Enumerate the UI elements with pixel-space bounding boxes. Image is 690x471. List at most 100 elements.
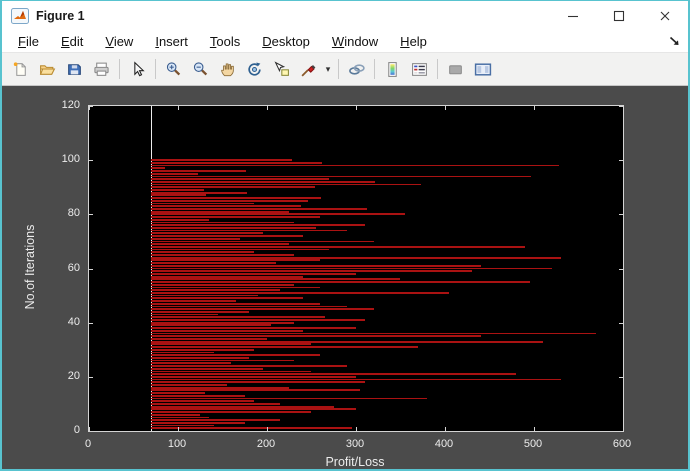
x-tick-mark <box>623 106 624 110</box>
y-tick-label: 100 <box>62 153 80 165</box>
profit-bar <box>151 181 374 183</box>
x-tick-mark <box>356 106 357 110</box>
profit-bar <box>151 284 293 286</box>
figure-window: Figure 1 File Edit View Insert Tools Des… <box>0 0 690 471</box>
profit-bar <box>151 235 302 237</box>
rotate-3d-button[interactable] <box>241 56 268 82</box>
data-cursor-button[interactable] <box>268 56 295 82</box>
menu-edit[interactable]: Edit <box>50 34 94 49</box>
profit-bar <box>151 273 356 275</box>
profit-bar <box>151 165 559 167</box>
profit-bar <box>151 379 560 381</box>
x-tick-mark <box>534 106 535 110</box>
insert-colorbar-button[interactable] <box>379 56 406 82</box>
profit-bar <box>151 192 247 194</box>
profit-bar <box>151 216 320 218</box>
link-plot-button[interactable] <box>343 56 370 82</box>
menu-window[interactable]: Window <box>321 34 389 49</box>
profit-bar <box>151 387 289 389</box>
profit-bar <box>151 205 301 207</box>
profit-bar <box>151 371 311 373</box>
x-tick-label: 0 <box>85 438 91 450</box>
save-figure-button[interactable] <box>61 56 88 82</box>
profit-bar <box>151 292 449 294</box>
profit-bar <box>151 368 262 370</box>
profit-bar <box>151 425 213 427</box>
profit-bar <box>151 232 262 234</box>
menu-insert[interactable]: Insert <box>144 34 199 49</box>
menu-desktop[interactable]: Desktop <box>251 34 321 49</box>
titlebar: Figure 1 <box>2 1 688 30</box>
profit-bar <box>151 287 320 289</box>
insert-legend-button[interactable] <box>406 56 433 82</box>
x-tick-mark <box>356 427 357 431</box>
profit-bar <box>151 254 293 256</box>
profit-bar <box>151 311 249 313</box>
profit-bar <box>151 249 329 251</box>
close-button[interactable] <box>642 1 688 30</box>
profit-bar <box>151 346 418 348</box>
zoom-out-button[interactable] <box>187 56 214 82</box>
pan-button[interactable] <box>214 56 241 82</box>
profit-bar <box>151 403 280 405</box>
profit-bar <box>151 189 204 191</box>
window-title: Figure 1 <box>36 9 85 23</box>
menu-view[interactable]: View <box>94 34 144 49</box>
print-figure-button[interactable] <box>88 56 115 82</box>
dock-figure-arrow-icon[interactable] <box>668 35 681 47</box>
menubar: File Edit View Insert Tools Desktop Wind… <box>2 30 688 53</box>
window-controls <box>550 1 688 30</box>
profit-bar <box>151 227 316 229</box>
y-tick-label: 60 <box>68 262 80 274</box>
menu-tools[interactable]: Tools <box>199 34 251 49</box>
profit-bar <box>151 257 560 259</box>
y-tick-mark <box>619 269 623 270</box>
profit-bar <box>151 419 280 421</box>
profit-bar <box>151 427 351 429</box>
profit-bar <box>151 219 209 221</box>
profit-bar <box>151 159 292 161</box>
profit-bar <box>151 354 320 356</box>
profit-bar <box>151 276 302 278</box>
profit-bar <box>151 338 267 340</box>
plot-area[interactable] <box>88 105 624 432</box>
toolbar-separator <box>437 59 438 79</box>
x-tick-label: 600 <box>613 438 631 450</box>
x-tick-mark <box>445 106 446 110</box>
profit-bar <box>151 208 366 210</box>
open-file-button[interactable] <box>34 56 61 82</box>
figure-canvas: No.of Iterations 01002003004005006000204… <box>2 86 688 470</box>
profit-bar <box>151 297 302 299</box>
show-plot-tools-dock-button[interactable] <box>469 56 496 82</box>
figure-toolbar: ▾ <box>2 53 688 86</box>
matlab-figure-icon <box>11 8 29 24</box>
profit-bar <box>151 241 374 243</box>
plot-wrap: 0100200300400500600020406080100120 <box>88 105 622 430</box>
menu-help[interactable]: Help <box>389 34 438 49</box>
y-tick-label: 0 <box>74 424 80 436</box>
brush-button[interactable] <box>295 56 322 82</box>
edit-plot-button[interactable] <box>124 56 151 82</box>
brush-dropdown-caret[interactable]: ▾ <box>322 56 334 82</box>
y-tick-mark <box>89 323 93 324</box>
profit-bar <box>151 238 240 240</box>
profit-bar <box>151 306 347 308</box>
maximize-button[interactable] <box>596 1 642 30</box>
profit-bar <box>151 186 315 188</box>
new-figure-button[interactable] <box>7 56 34 82</box>
zoom-in-button[interactable] <box>160 56 187 82</box>
profit-bar <box>151 414 200 416</box>
profit-bar <box>151 316 325 318</box>
profit-bar <box>151 265 480 267</box>
minimize-button[interactable] <box>550 1 596 30</box>
profit-bar <box>151 308 374 310</box>
hide-plot-tools-button[interactable] <box>442 56 469 82</box>
menu-file[interactable]: File <box>7 34 50 49</box>
profit-bar <box>151 178 329 180</box>
profit-bar <box>151 173 197 175</box>
y-tick-mark <box>89 431 93 432</box>
x-tick-label: 500 <box>524 438 542 450</box>
profit-bar <box>151 243 289 245</box>
profit-bar <box>151 251 253 253</box>
x-tick-mark <box>623 427 624 431</box>
